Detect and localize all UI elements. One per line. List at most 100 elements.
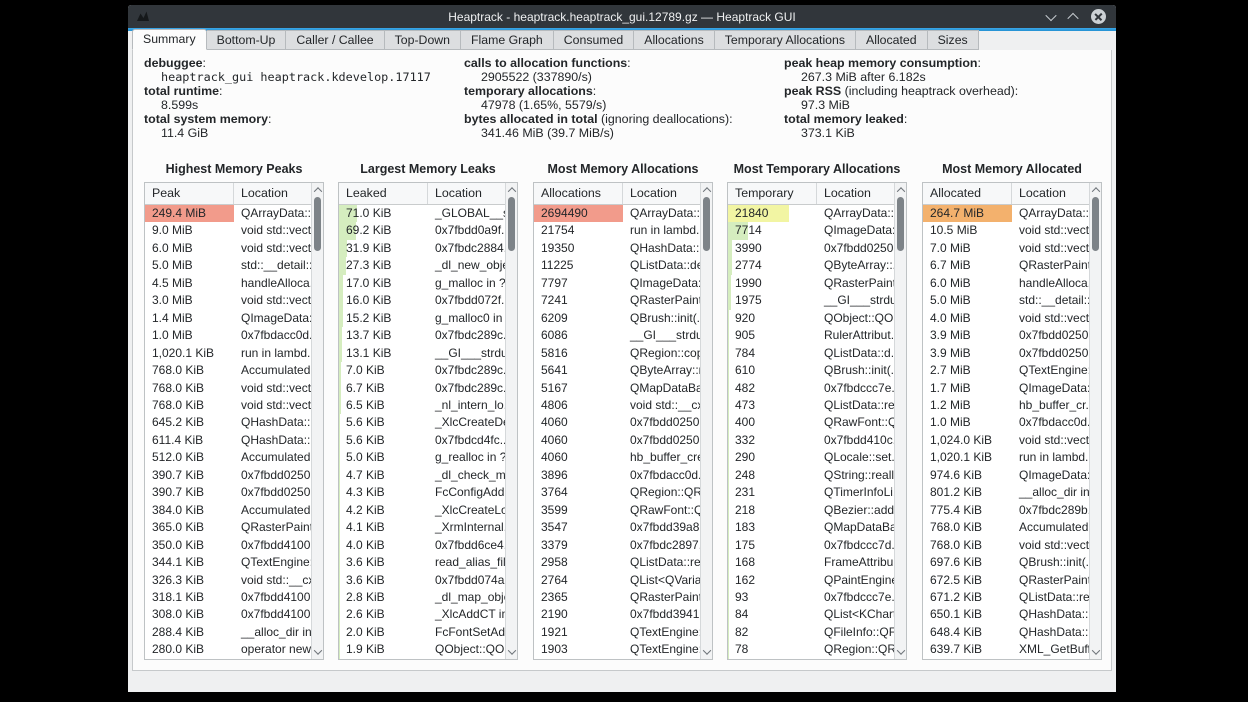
table-row[interactable]: 611.4 KiBQHashData::r... <box>145 432 311 449</box>
scrollbar-thumb[interactable] <box>1092 197 1099 251</box>
table-row[interactable]: 775.4 KiB0x7fbdc289b... <box>923 502 1089 519</box>
table-row[interactable]: 697.6 KiBQBrush::init(... <box>923 554 1089 571</box>
table-row[interactable]: 84QList<KChart... <box>728 606 894 623</box>
table-row[interactable]: 21754run in lambd... <box>534 222 700 239</box>
table-row[interactable]: 4820x7fbdccc7e... <box>728 380 894 397</box>
column-header-value[interactable]: Peak <box>145 183 234 204</box>
column-header-value[interactable]: Allocated <box>923 183 1012 204</box>
scrollbar-thumb[interactable] <box>314 197 321 251</box>
table-row[interactable]: 671.2 KiBQListData::re... <box>923 589 1089 606</box>
table-row[interactable]: 6209QBrush::init(... <box>534 310 700 327</box>
table-row[interactable]: 13.7 KiB0x7fbdc289c... <box>339 327 505 344</box>
table-row[interactable]: 390.7 KiB0x7fbdd0250... <box>145 467 311 484</box>
tab-flame-graph[interactable]: Flame Graph <box>461 30 554 50</box>
table-row[interactable]: 2.8 KiB_dl_map_obje... <box>339 589 505 606</box>
vertical-scrollbar[interactable] <box>700 183 712 659</box>
table-row[interactable]: 27.3 KiB_dl_new_obje... <box>339 257 505 274</box>
table-row[interactable]: 610QBrush::init(... <box>728 362 894 379</box>
table-row[interactable]: 21900x7fbdd3941... <box>534 606 700 623</box>
table-row[interactable]: 40600x7fbdd0250... <box>534 432 700 449</box>
tab-top-down[interactable]: Top-Down <box>385 30 461 50</box>
table-row[interactable]: 31.9 KiB0x7fbdc2884... <box>339 240 505 257</box>
tab-bottom-up[interactable]: Bottom-Up <box>207 30 287 50</box>
table-row[interactable]: 318.1 KiB0x7fbdd4100... <box>145 589 311 606</box>
table-row[interactable]: 6.0 MiBhandleAlloca... <box>923 275 1089 292</box>
column-header-location[interactable]: Location <box>234 183 311 204</box>
table-row[interactable]: 1750x7fbdccc7d... <box>728 537 894 554</box>
table-row[interactable]: 71.0 KiB_GLOBAL__su... <box>339 205 505 222</box>
table-row[interactable]: 231QTimerInfoLi... <box>728 484 894 501</box>
table-row[interactable]: 3.6 KiBread_alias_fil... <box>339 554 505 571</box>
scroll-down-icon[interactable] <box>895 646 906 658</box>
table-row[interactable]: 162QPaintEngine... <box>728 572 894 589</box>
table-row[interactable]: 4.0 KiB0x7fbdd6ce4... <box>339 537 505 554</box>
table-row[interactable]: 5167QMapDataBa... <box>534 380 700 397</box>
scrollbar-thumb[interactable] <box>703 197 710 251</box>
table-row[interactable]: 365.0 KiBQRasterPaint... <box>145 519 311 536</box>
table-row[interactable]: 40600x7fbdd0250... <box>534 414 700 431</box>
maximize-icon[interactable] <box>1067 12 1078 23</box>
table-row[interactable]: 5.6 KiB0x7fbdcd4fc... <box>339 432 505 449</box>
scroll-down-icon[interactable] <box>506 646 517 658</box>
table-row[interactable]: 5641QByteArray::r... <box>534 362 700 379</box>
table-row[interactable]: 4.7 KiB_dl_check_m... <box>339 467 505 484</box>
table-row[interactable]: 183QMapDataBa... <box>728 519 894 536</box>
table-row[interactable]: 1,020.1 KiBrun in lambd... <box>145 345 311 362</box>
tab-summary[interactable]: Summary <box>132 29 207 50</box>
table-row[interactable]: 390.7 KiB0x7fbdd0250... <box>145 484 311 501</box>
table-row[interactable]: 4.5 MiBhandleAlloca... <box>145 275 311 292</box>
table-row[interactable]: 2958QListData::re... <box>534 554 700 571</box>
scroll-down-icon[interactable] <box>1090 646 1101 658</box>
titlebar[interactable]: Heaptrack - heaptrack.heaptrack_gui.1278… <box>128 5 1116 28</box>
table-row[interactable]: 768.0 KiBvoid std::vect... <box>145 380 311 397</box>
table-row[interactable]: 2.6 KiB_XlcAddCT in... <box>339 606 505 623</box>
table-row[interactable]: 7797QImageData:... <box>534 275 700 292</box>
table-row[interactable]: 5.6 KiB_XlcCreateDe... <box>339 414 505 431</box>
table-row[interactable]: 2.0 KiBFcFontSetAd... <box>339 624 505 641</box>
table-row[interactable]: 1921QTextEngine:... <box>534 624 700 641</box>
column-header-value[interactable]: Leaked <box>339 183 428 204</box>
vertical-scrollbar[interactable] <box>894 183 906 659</box>
table-row[interactable]: 645.2 KiBQHashData::... <box>145 414 311 431</box>
table-row[interactable]: 39900x7fbdd0250... <box>728 240 894 257</box>
table-row[interactable]: 16.0 KiB0x7fbdd072f... <box>339 292 505 309</box>
table-row[interactable]: 5.0 KiBg_realloc in ?... <box>339 449 505 466</box>
table-row[interactable]: 350.0 KiB0x7fbdd4100... <box>145 537 311 554</box>
table-row[interactable]: 473QListData::re... <box>728 397 894 414</box>
table-row[interactable]: 2764QList<QVaria... <box>534 572 700 589</box>
table-row[interactable]: 4.1 KiB_XrmInternal... <box>339 519 505 536</box>
table-row[interactable]: 3.9 MiB0x7fbdd0250... <box>923 345 1089 362</box>
vertical-scrollbar[interactable] <box>505 183 517 659</box>
minimize-icon[interactable] <box>1045 9 1056 20</box>
table-row[interactable]: 344.1 KiBQTextEngine:... <box>145 554 311 571</box>
table-row[interactable]: 78QRegion::QR... <box>728 641 894 658</box>
table-row[interactable]: 3599QRawFont::Q... <box>534 502 700 519</box>
tab-consumed[interactable]: Consumed <box>554 30 634 50</box>
scroll-up-icon[interactable] <box>312 184 323 196</box>
scroll-down-icon[interactable] <box>312 646 323 658</box>
table-row[interactable]: 2694490QArrayData::... <box>534 205 700 222</box>
table-row[interactable]: 280.0 KiBoperator new... <box>145 641 311 658</box>
table-row[interactable]: 3764QRegion::QR... <box>534 484 700 501</box>
vertical-scrollbar[interactable] <box>311 183 323 659</box>
table-row[interactable]: 1.7 MiBQImageData:... <box>923 380 1089 397</box>
column-header-location[interactable]: Location <box>428 183 505 204</box>
scroll-up-icon[interactable] <box>895 184 906 196</box>
table-row[interactable]: 672.5 KiBQRasterPaint... <box>923 572 1089 589</box>
scroll-down-icon[interactable] <box>701 646 712 658</box>
table-row[interactable]: 4.0 MiBvoid std::vect... <box>923 310 1089 327</box>
table-row[interactable]: 2365QRasterPaint... <box>534 589 700 606</box>
table-row[interactable]: 768.0 KiBvoid std::vect... <box>923 537 1089 554</box>
table-row[interactable]: 19350QHashData::... <box>534 240 700 257</box>
table-row[interactable]: 1.4 MiBQImageData:... <box>145 310 311 327</box>
table-row[interactable]: 1.2 MiBhb_buffer_cr... <box>923 397 1089 414</box>
table-row[interactable]: 400QRawFont::Q... <box>728 414 894 431</box>
table-row[interactable]: 10.5 MiBvoid std::vect... <box>923 222 1089 239</box>
table-row[interactable]: 7714QImageData:... <box>728 222 894 239</box>
table-row[interactable]: 35470x7fbdd39a8... <box>534 519 700 536</box>
table-row[interactable]: 1,020.1 KiBrun in lambd... <box>923 449 1089 466</box>
tab-temporary-allocations[interactable]: Temporary Allocations <box>715 30 856 50</box>
table-row[interactable]: 1.0 MiB0x7fbdacc0d... <box>145 327 311 344</box>
scroll-up-icon[interactable] <box>1090 184 1101 196</box>
column-header-value[interactable]: Temporary <box>728 183 817 204</box>
